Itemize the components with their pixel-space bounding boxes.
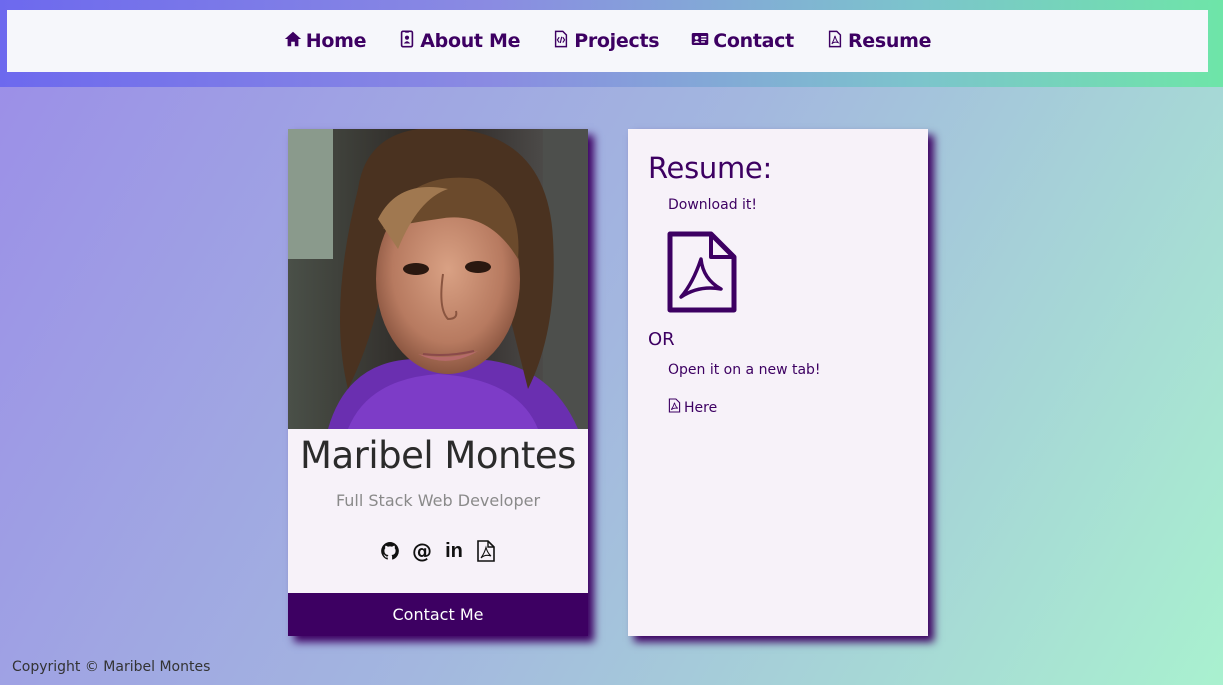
download-text: Download it! <box>668 197 758 213</box>
home-icon <box>284 30 302 53</box>
profile-title: Full Stack Web Developer <box>335 491 541 510</box>
contact-me-button[interactable]: Contact Me <box>288 593 588 636</box>
code-file-icon <box>552 30 570 53</box>
open-new-tab-text: Open it on a new tab! <box>668 362 821 378</box>
or-separator: OR <box>648 329 675 350</box>
email-link[interactable]: @ <box>412 539 432 563</box>
open-resume-link[interactable]: Here <box>668 398 908 417</box>
nav-contact[interactable]: Contact <box>691 30 794 53</box>
resume-card: Resume: Download it! OR Open it on a new… <box>628 129 928 636</box>
nav-resume-label: Resume <box>847 30 932 52</box>
main-navigation: Home About Me Projects Contact Resume <box>7 10 1208 72</box>
resume-pdf-icon[interactable] <box>476 540 496 562</box>
nav-contact-label: Contact <box>713 30 794 52</box>
address-card-icon <box>691 30 709 53</box>
nav-about-label: About Me <box>420 30 521 52</box>
copyright-footer: Copyright © Maribel Montes <box>12 659 211 675</box>
resume-heading: Resume: <box>648 151 772 185</box>
nav-projects[interactable]: Projects <box>552 30 660 53</box>
linkedin-link[interactable]: in <box>444 540 464 562</box>
pdf-file-icon <box>826 30 844 53</box>
nav-resume[interactable]: Resume <box>826 30 931 53</box>
profile-card: Maribel Montes Full Stack Web Developer … <box>288 129 588 636</box>
social-links: @ in <box>288 539 588 563</box>
profile-name: Maribel Montes <box>300 434 576 477</box>
profile-photo <box>288 129 588 429</box>
nav-home-label: Home <box>305 30 367 52</box>
nav-about-me[interactable]: About Me <box>398 30 521 53</box>
pdf-file-icon <box>668 398 681 417</box>
nav-home[interactable]: Home <box>284 30 367 53</box>
pdf-download-icon[interactable] <box>667 231 737 313</box>
here-link-label: Here <box>684 399 718 416</box>
github-icon[interactable] <box>380 540 400 562</box>
id-badge-icon <box>398 30 416 53</box>
top-header-band: Home About Me Projects Contact Resume <box>0 0 1223 87</box>
nav-projects-label: Projects <box>574 30 660 52</box>
